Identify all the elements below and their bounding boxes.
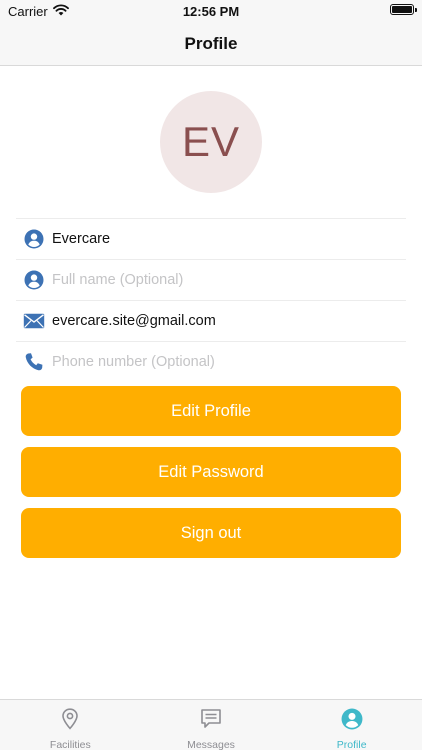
message-icon — [200, 708, 222, 735]
user-icon — [16, 229, 52, 249]
tab-label-facilities: Facilities — [49, 739, 91, 750]
tab-bar: Facilities Messages Profile — [0, 699, 422, 750]
envelope-icon — [16, 313, 52, 329]
user-icon — [341, 708, 363, 735]
profile-fields — [16, 218, 406, 382]
avatar-initials: EV — [181, 118, 241, 165]
tab-label-messages: Messages — [187, 739, 235, 750]
status-time: 12:56 PM — [182, 4, 240, 19]
page-title: Profile — [184, 33, 238, 53]
full-name-field[interactable] — [52, 265, 406, 295]
username-field[interactable] — [52, 224, 406, 254]
tab-profile[interactable]: Profile — [281, 700, 422, 750]
nav-bar: Profile — [0, 22, 422, 66]
status-bar: Carrier 12:56 PM — [0, 0, 422, 22]
username-row — [16, 218, 406, 259]
sign-out-button[interactable]: Sign out — [21, 508, 401, 558]
email-field[interactable] — [52, 306, 406, 336]
phone-field[interactable] — [52, 347, 406, 377]
tab-facilities[interactable]: Facilities — [0, 700, 141, 750]
user-icon — [16, 270, 52, 290]
phone-icon — [16, 352, 52, 372]
status-right — [390, 4, 417, 15]
phone-row — [16, 341, 406, 382]
edit-password-button[interactable]: Edit Password — [21, 447, 401, 497]
email-row — [16, 300, 406, 341]
tab-messages[interactable]: Messages — [141, 700, 282, 750]
edit-profile-button[interactable]: Edit Profile — [21, 386, 401, 436]
location-pin-icon — [60, 708, 80, 735]
battery-icon — [390, 4, 417, 15]
avatar[interactable]: EV — [160, 91, 262, 193]
tab-label-profile: Profile — [336, 739, 367, 750]
full-name-row — [16, 259, 406, 300]
